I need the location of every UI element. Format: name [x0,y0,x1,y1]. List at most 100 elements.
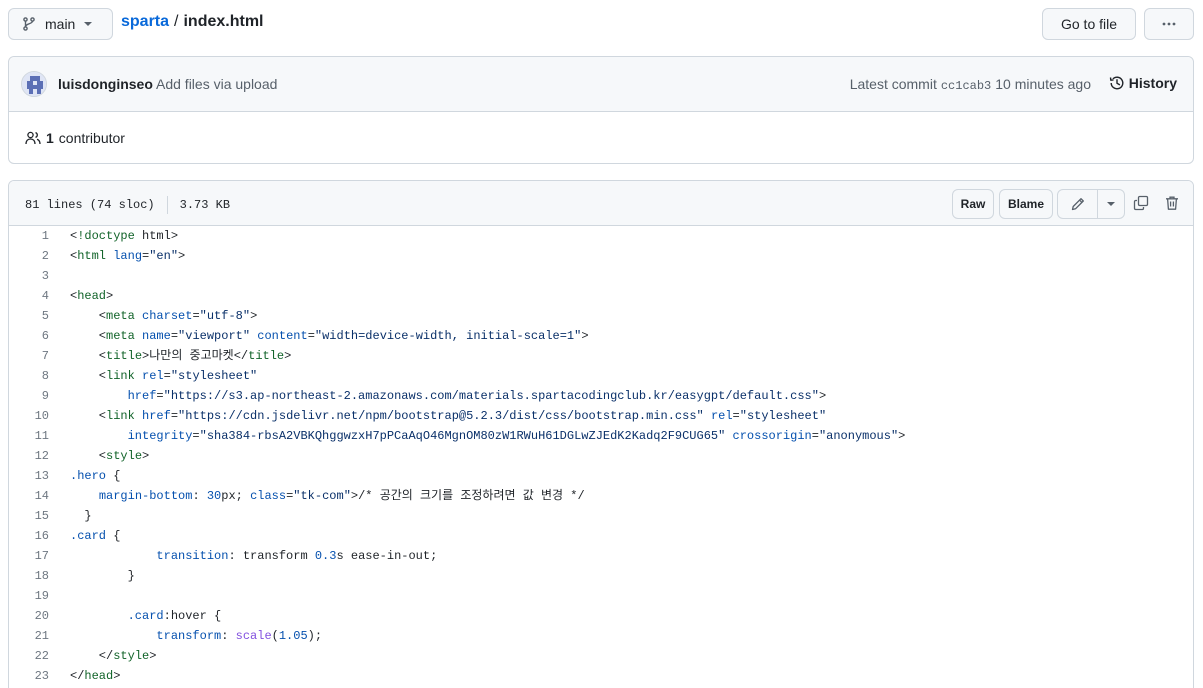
line-number[interactable]: 18 [9,566,49,586]
line-content: <meta name="viewport" content="width=dev… [70,329,589,343]
avatar[interactable] [21,71,47,97]
line-content: <meta charset="utf-8"> [70,309,258,323]
kebab-horizontal-icon [1162,22,1176,26]
line-number[interactable]: 23 [9,666,49,686]
blame-button[interactable]: Blame [999,189,1053,219]
file-navigation-bar: main sparta / index.html Go to file [0,0,1203,48]
latest-commit-label: Latest commit [849,76,937,92]
code-line: 2 <html lang="en"> [9,246,1193,266]
line-content: <link rel="stylesheet" [70,369,258,383]
line-content: <html lang="en"> [70,249,186,263]
line-number[interactable]: 11 [9,426,49,446]
user-avatar-icon [22,72,46,96]
code-line: 15 } [9,506,1193,526]
file-header: 81 lines (74 sloc) 3.73 KB Raw Blame [9,181,1193,226]
code-line: 8 <link rel="stylesheet" [9,366,1193,386]
line-number[interactable]: 21 [9,626,49,646]
code-line: 1 <!doctype html> [9,226,1193,246]
caret-down-icon [1107,202,1116,206]
line-number[interactable]: 17 [9,546,49,566]
file-line-count: 81 lines (74 sloc) [25,198,155,212]
delete-file-button[interactable] [1162,193,1182,213]
commit-author-link[interactable]: luisdonginseo [58,76,153,92]
line-number[interactable]: 7 [9,346,49,366]
file-viewer: 81 lines (74 sloc) 3.73 KB Raw Blame 1 <… [8,180,1194,688]
code-line: 3 [9,266,1193,286]
code-line: 5 <meta charset="utf-8"> [9,306,1193,326]
people-icon [25,131,41,145]
line-content: <head> [70,289,114,303]
code-line: 7 <title>나만의 중고마켓</title> [9,346,1193,366]
line-number[interactable]: 6 [9,326,49,346]
contributor-label: contributor [58,130,125,146]
edit-options-dropdown[interactable] [1098,190,1124,218]
line-content: href="https://s3.ap-northeast-2.amazonaw… [127,389,827,403]
code-line: 13 .hero { [9,466,1193,486]
branch-selector-button[interactable]: main [8,8,113,40]
code-line: 10 <link href="https://cdn.jsdelivr.net/… [9,406,1193,426]
raw-button[interactable]: Raw [952,189,994,219]
line-number[interactable]: 8 [9,366,49,386]
pencil-icon [1071,198,1084,211]
go-to-file-button[interactable]: Go to file [1042,8,1136,40]
history-label: History [1128,75,1177,91]
breadcrumb-separator: / [174,13,179,30]
code-line: 14 margin-bottom: 30px; class="tk-com">/… [9,486,1193,506]
breadcrumb: sparta / index.html [121,13,264,31]
line-content: transform: scale(1.05); [156,629,323,643]
line-number[interactable]: 19 [9,586,49,606]
code-line: 22 </style> [9,646,1193,666]
contributor-count: 1 [46,130,54,146]
line-number[interactable]: 9 [9,386,49,406]
code-line: 17 transition: transform 0.3s ease-in-ou… [9,546,1193,566]
line-number[interactable]: 16 [9,526,49,546]
code-view: 1 <!doctype html> 2 <html lang="en"> 3 4 <head… [9,226,1193,686]
code-line: 9 href="https://s3.ap-northeast-2.amazon… [9,386,1193,406]
line-number[interactable]: 10 [9,406,49,426]
line-content: margin-bottom: 30px; class="tk-com">/* 공… [98,489,585,503]
trash-icon [1166,196,1178,210]
line-content: </head> [70,669,121,683]
line-content: integrity="sha384-rbsA2VBKQhggwzxH7pPCaA… [127,429,906,443]
line-number[interactable]: 4 [9,286,49,306]
line-number[interactable]: 3 [9,266,49,286]
line-content: .card:hover { [127,609,222,623]
caret-down-icon [84,22,93,26]
line-content: } [70,509,92,523]
divider [166,196,168,214]
commit-sha-link[interactable]: cc1cab3 [941,79,991,93]
code-line: 19 [9,586,1193,606]
history-link[interactable]: History [1109,75,1177,91]
line-number[interactable]: 12 [9,446,49,466]
line-number[interactable]: 5 [9,306,49,326]
line-number[interactable]: 13 [9,466,49,486]
commit-meta: Latest commit cc1cab3 10 minutes ago [850,76,1091,93]
contributors-link[interactable]: 1 contributor [25,130,125,146]
commit-message-link[interactable]: Add files via upload [156,76,277,92]
line-content: .card { [70,529,121,543]
edit-file-button[interactable] [1058,190,1099,218]
code-line: 12 <style> [9,446,1193,466]
line-number[interactable]: 22 [9,646,49,666]
line-number[interactable]: 2 [9,246,49,266]
line-content: </style> [70,649,157,663]
line-content: <link href="https://cdn.jsdelivr.net/npm… [70,409,827,423]
more-options-button[interactable] [1144,8,1194,40]
line-content: <title>나만의 중고마켓</title> [70,349,292,363]
line-number[interactable]: 1 [9,226,49,246]
line-number[interactable]: 14 [9,486,49,506]
breadcrumb-repo-link[interactable]: sparta [121,13,169,31]
line-number[interactable]: 15 [9,506,49,526]
line-content: } [70,569,135,583]
copy-raw-button[interactable] [1131,193,1151,213]
copy-icon [1133,195,1149,211]
edit-button-group [1057,189,1125,219]
line-number[interactable]: 20 [9,606,49,626]
code-line: 20 .card:hover { [9,606,1193,626]
latest-commit-box: luisdonginseo Add files via upload Lates… [8,56,1194,164]
line-content: <!doctype html> [70,229,179,243]
history-icon [1109,76,1124,90]
line-content: transition: transform 0.3s ease-in-out; [156,549,438,563]
commit-time: 10 minutes ago [995,76,1091,92]
line-content: <style> [70,449,150,463]
